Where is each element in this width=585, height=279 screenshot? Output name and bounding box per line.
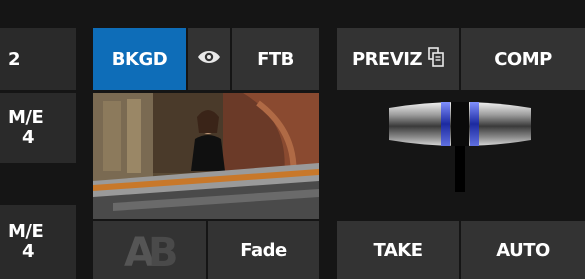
fade-transition-button[interactable]: Fade: [208, 221, 319, 279]
previz-label: PREVIZ: [351, 48, 423, 70]
preview-thumbnail[interactable]: [93, 93, 319, 219]
me-label-line1: M/E: [8, 107, 44, 128]
me-label-line2-bottom: 4: [22, 241, 35, 262]
previz-window-icon: [428, 46, 444, 72]
comp-button[interactable]: COMP: [461, 28, 585, 90]
svg-text:B: B: [148, 230, 178, 270]
bkgd-button[interactable]: BKGD: [93, 28, 186, 90]
ftb-button[interactable]: FTB: [232, 28, 319, 90]
t-bar-slider[interactable]: [385, 94, 535, 194]
fade-label: Fade: [240, 239, 287, 261]
bkgd-label: BKGD: [111, 48, 168, 70]
comp-label: COMP: [494, 48, 552, 70]
transition-select-button[interactable]: A B: [93, 221, 206, 279]
eye-toggle-button[interactable]: [188, 28, 230, 90]
me-4-button-top[interactable]: M/E 4: [0, 93, 76, 163]
me-label-line2: 4: [22, 127, 35, 148]
ftb-label: FTB: [257, 48, 294, 70]
channel-2-label: 2: [8, 48, 21, 70]
me-label-line1-bottom: M/E: [8, 221, 44, 242]
me-4-button-bottom[interactable]: M/E 4: [0, 205, 76, 279]
auto-label: AUTO: [496, 239, 550, 261]
auto-button[interactable]: AUTO: [461, 221, 585, 279]
eye-icon: [197, 49, 221, 70]
ab-transition-icon: A B: [122, 226, 179, 276]
take-label: TAKE: [373, 239, 423, 261]
take-button[interactable]: TAKE: [337, 221, 459, 279]
channel-2-button[interactable]: 2: [0, 28, 76, 90]
previz-button[interactable]: PREVIZ: [337, 28, 459, 90]
